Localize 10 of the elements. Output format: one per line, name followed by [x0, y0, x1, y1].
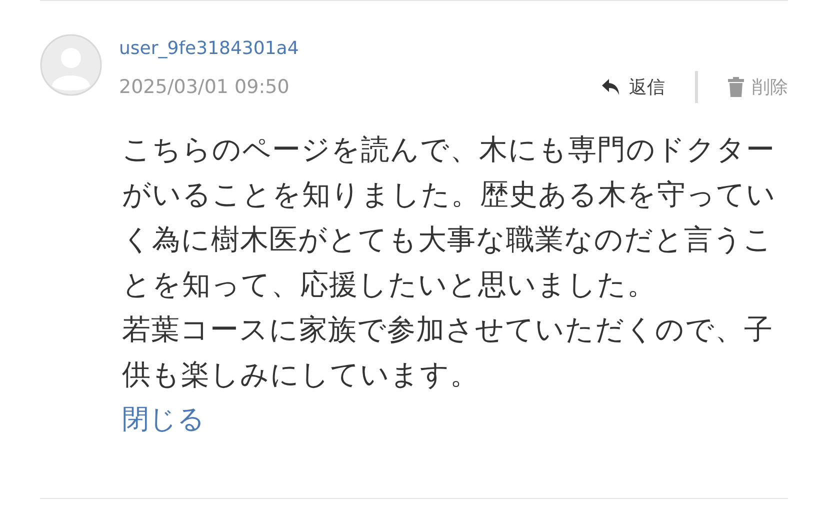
reply-arrow-icon	[601, 78, 621, 96]
comment-paragraph: こちらのページを読んで、木にも専門のドクターがいることを知りました。歴史ある木を守っていく為に樹木医がとても大事な職業なのだと言うことを知って、応援したいと思いました。	[122, 132, 777, 303]
comment-paragraph: 若葉コースに家族で参加させていただくので、子供も楽しみにしています。	[122, 312, 774, 393]
timestamp: 2025/03/01 09:50	[119, 76, 290, 98]
avatar-icon	[40, 34, 102, 96]
reply-button[interactable]: 返信	[601, 75, 665, 99]
delete-button[interactable]: 削除	[728, 75, 788, 99]
close-link[interactable]: 閉じる	[122, 397, 205, 442]
username-link[interactable]: user_9fe3184301a4	[119, 38, 299, 59]
trash-icon	[728, 77, 744, 97]
